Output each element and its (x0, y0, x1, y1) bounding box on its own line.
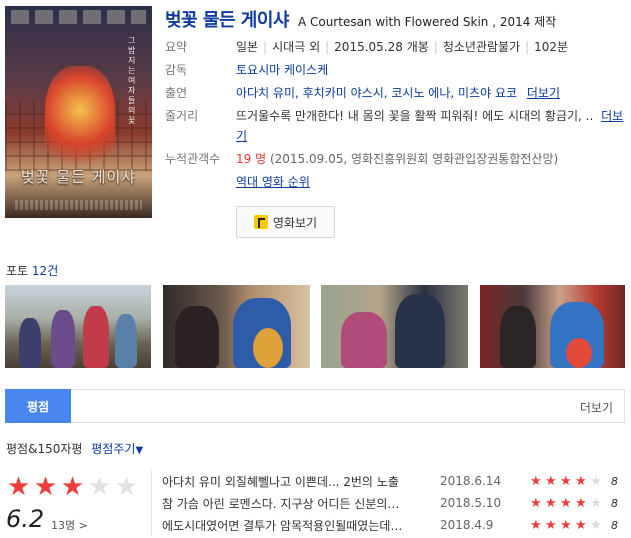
star-icon: ★ (87, 472, 112, 502)
overview-label: 요약 (165, 40, 188, 54)
director-row: 감독 토요시마 케이스케 (165, 60, 625, 80)
cast-row: 출연 아다치 유미, 후치카미 야스시, 코시노 에나, 미츠야 요코 더보기 (165, 83, 625, 103)
ranking-row: 역대 영화 순위 (165, 172, 625, 192)
review-date: 2018.5.10 (440, 496, 502, 510)
overview-row: 요약 일본 | 시대극 외 | 2015.05.28 개봉 | 청소년관람불가 | 102분 (165, 37, 625, 57)
photo-thumbnail-1[interactable] (5, 285, 151, 368)
rating-count-link[interactable]: 13명 > (51, 517, 88, 533)
review-list: 아다치 유미 외질혜뻴나고 이쁜데... 2번의 노출 2018.6.14 ★ ★… (162, 470, 625, 536)
overview-values: 일본 | 시대극 외 | 2015.05.28 개봉 | 청소년관람불가 | 102분 (236, 40, 569, 54)
review-item[interactable]: 에도시대였어면 결투가 암목적용인될때였는데… 2018.4.9 ★ ★ ★ ★ ★ 8 (162, 514, 625, 536)
review-text[interactable]: 아다치 유미 외질혜뻴나고 이쁜데... 2번의 노출 (162, 473, 440, 490)
watch-movie-button[interactable]: 영화보기 (236, 206, 335, 238)
review-score: 8 (611, 474, 618, 488)
audience-count: 19 명 (236, 152, 267, 166)
overview-release: 2015.05.28 개봉 (334, 40, 429, 54)
star-icon: ★ (590, 473, 602, 489)
cast-more-link[interactable]: 더보기 (527, 86, 560, 100)
rating-heading: 평점&150자평 평점주기▼ (6, 440, 143, 457)
star-icon: ★ (575, 495, 587, 511)
poster-credits (15, 200, 142, 210)
ranking-link[interactable]: 역대 영화 순위 (236, 175, 310, 189)
review-stars: ★ ★ ★ ★ ★ (530, 518, 605, 533)
director-link[interactable]: 토요시마 케이스케 (236, 63, 328, 77)
average-star-rating: ★ ★ ★ ★ ★ (5, 474, 140, 500)
star-icon: ★ (590, 495, 602, 511)
story-label: 줄거리 (165, 109, 199, 123)
photos-heading: 포토 12건 (6, 262, 58, 279)
story-row: 줄거리 뜨거울수록 만개한다! 내 몸의 꽃을 활짝 피워줘! 에도 시대의 황… (165, 106, 625, 146)
story-text: 뜨거울수록 만개한다! 내 몸의 꽃을 활짝 피워줘! 에도 시대의 황금기, … (236, 109, 594, 123)
cast-list[interactable]: 아다치 유미, 후치카미 야스시, 코시노 에나, 미츠야 요코 (236, 86, 517, 100)
review-stars: ★ ★ ★ ★ ★ (530, 496, 605, 511)
tab-rating[interactable]: 평점 (5, 389, 71, 423)
review-text[interactable]: 에도시대였어면 결투가 암목적용인될때였는데… (162, 517, 440, 534)
movie-title-english: A Courtesan with Flowered Skin , 2014 제작 (297, 15, 557, 29)
star-icon: ★ (575, 473, 587, 489)
review-score: 8 (611, 496, 618, 510)
star-icon: ★ (530, 517, 542, 533)
movie-title[interactable]: 벚꽃 물든 게이샤 (165, 6, 289, 32)
poster-tagline: 그 밤 지는 여자들의 꽃 (128, 36, 136, 125)
cast-label: 출연 (165, 86, 188, 100)
review-tab-bar: 평점 더보기 (5, 389, 625, 423)
title-row: 벚꽃 물든 게이샤 A Courtesan with Flowered Skin… (165, 6, 625, 34)
average-score: 6.2 (6, 505, 45, 533)
photo-thumbnail-3[interactable] (321, 285, 468, 368)
review-stars: ★ ★ ★ ★ ★ (530, 474, 605, 489)
movie-poster[interactable]: 그 밤 지는 여자들의 꽃 벚꽃 물든 게이샤 (5, 6, 152, 218)
director-label: 감독 (165, 63, 188, 77)
star-icon: ★ (60, 472, 85, 502)
star-icon: ★ (590, 517, 602, 533)
overview-rating: 청소년관람불가 (442, 40, 521, 54)
star-icon: ★ (560, 517, 572, 533)
poster-geisha-figure (45, 66, 115, 176)
star-icon: ★ (6, 472, 31, 502)
review-date: 2018.6.14 (440, 474, 502, 488)
photo-thumbnail-4[interactable] (480, 285, 625, 368)
give-rating-link[interactable]: 평점주기▼ (91, 442, 143, 456)
review-score: 8 (611, 518, 618, 532)
star-icon: ★ (560, 495, 572, 511)
rating-heading-label: 평점&150자평 (6, 442, 83, 456)
audience-note: (2015.09.05, 영화진흥위원회 영화관입장권통합전산망) (269, 152, 559, 166)
star-icon: ★ (545, 473, 557, 489)
star-icon: ★ (545, 517, 557, 533)
watch-movie-label: 영화보기 (272, 215, 318, 230)
review-item[interactable]: 참 가슴 아린 로멘스다. 지구상 어디든 신분의… 2018.5.10 ★ ★ ★… (162, 492, 625, 514)
photo-thumbnail-2[interactable] (163, 285, 310, 368)
tab-more-link[interactable]: 더보기 (580, 399, 613, 416)
star-icon: ★ (545, 495, 557, 511)
review-text[interactable]: 참 가슴 아린 로멘스다. 지구상 어디든 신분의… (162, 495, 440, 512)
review-item[interactable]: 아다치 유미 외질혜뻴나고 이쁜데... 2번의 노출 2018.6.14 ★ ★… (162, 470, 625, 492)
audience-row: 누적관객수 19 명 (2015.09.05, 영화진흥위원회 영화관입장권통합… (165, 149, 625, 169)
poster-title: 벚꽃 물든 게이샤 (20, 168, 137, 186)
review-date: 2018.4.9 (440, 518, 494, 532)
overview-runtime: 102분 (534, 40, 569, 54)
star-icon: ★ (530, 473, 542, 489)
overview-genre: 시대극 외 (272, 40, 321, 54)
star-icon: ★ (560, 473, 572, 489)
photos-count[interactable]: 12건 (32, 264, 58, 278)
star-icon: ★ (575, 517, 587, 533)
audience-label: 누적관객수 (165, 152, 221, 166)
poster-award-laurels (11, 10, 146, 24)
overview-country: 일본 (236, 40, 259, 54)
photos-label: 포토 (6, 264, 29, 278)
film-logo-icon (253, 215, 268, 229)
divider (151, 470, 152, 536)
caret-down-icon: ▼ (135, 445, 144, 456)
star-icon: ★ (114, 472, 139, 502)
star-icon: ★ (530, 495, 542, 511)
star-icon: ★ (33, 472, 58, 502)
movie-info: 벚꽃 물든 게이샤 A Courtesan with Flowered Skin… (165, 6, 625, 192)
